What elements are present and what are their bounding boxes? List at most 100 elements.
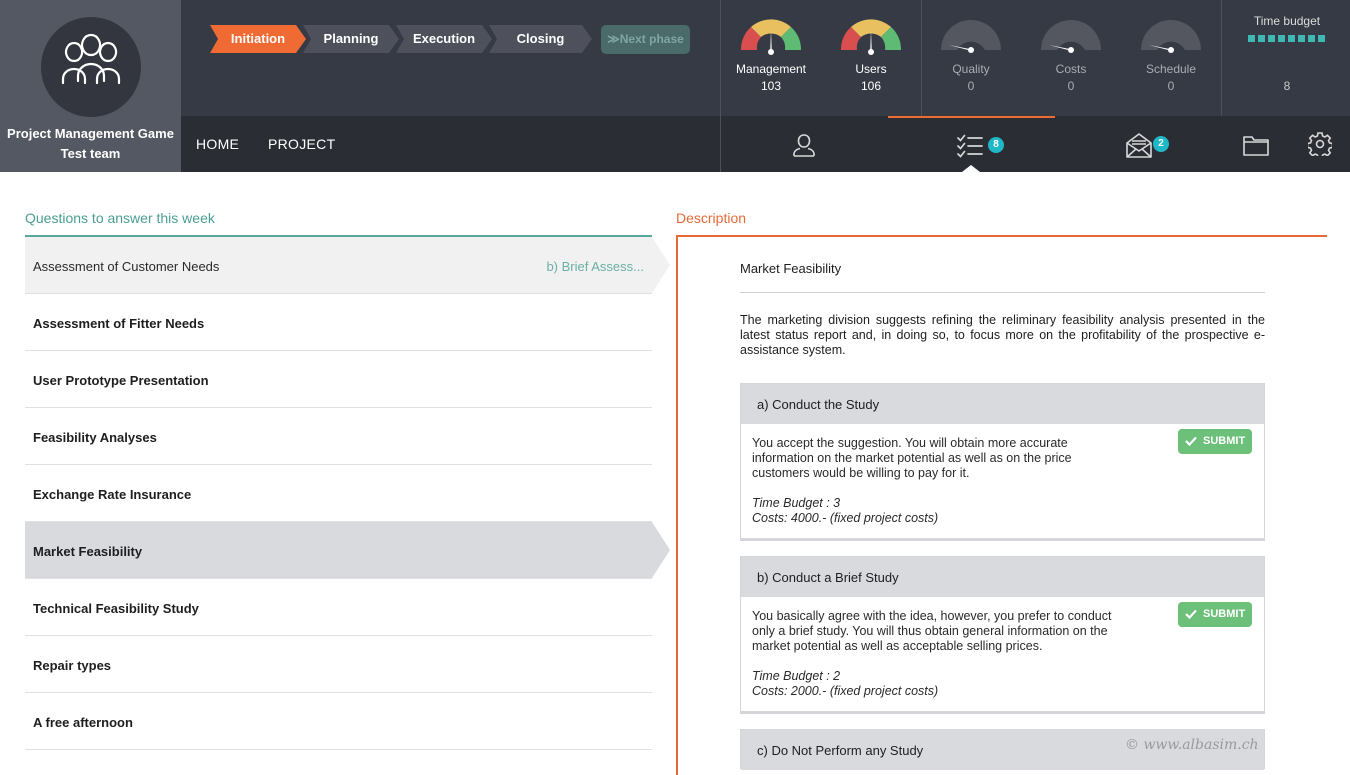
option-label: c) Do Not Perform any Study [757,743,924,758]
next-phase-button[interactable]: ≫Next phase [601,25,690,54]
gauge-value: 0 [1167,79,1175,93]
time-budget-value: 8 [1283,79,1291,93]
gauge-label: Costs [1055,62,1087,76]
time-budget-label: Time budget [1253,14,1321,28]
row-pointer [652,237,670,293]
gauge-value: 0 [1067,79,1075,93]
phase-label: Closing [516,31,565,46]
option-card-a: a) Conduct the Study SUBMIT You accept t… [740,383,1265,541]
phase-closing[interactable]: Closing [489,25,592,53]
gauge-dial-icon [1041,20,1101,53]
tasks-button[interactable]: 8 [957,116,1017,172]
time-budget-meter [1248,35,1328,43]
phase-label: Planning [323,31,379,46]
option-header: b) Conduct a Brief Study [741,557,1264,597]
option-time-budget: Time Budget : 2 [752,669,841,683]
active-tab-caret [962,165,980,172]
time-budget-square [1248,35,1255,42]
option-text: You basically agree with the idea, howev… [752,609,1112,653]
nav-project-link[interactable]: PROJECT [268,136,335,152]
question-title: Feasibility Analyses [33,430,157,445]
time-budget-square [1308,35,1315,42]
question-title: Exchange Rate Insurance [33,487,192,502]
question-item-selected[interactable]: Market Feasibility [25,522,670,579]
question-item[interactable]: A free afternoon [25,693,652,750]
gauge-value: 103 [760,79,782,93]
description-text: The marketing division suggests refining… [740,313,1265,357]
gauge-label: Schedule [1145,62,1197,76]
submit-button[interactable]: SUBMIT [1178,602,1252,627]
option-costs: Costs: 2000.- (fixed project costs) [752,684,939,698]
question-title: Repair types [33,658,112,673]
question-answer: b) Brief Assess... [546,259,644,274]
gauge-label: Quality [952,62,990,76]
question-title: Assessment of Customer Needs [33,259,220,274]
submit-label: SUBMIT [1203,608,1246,620]
mail-icon [1126,133,1152,158]
time-budget-square [1278,35,1285,42]
submit-button[interactable]: SUBMIT [1178,429,1252,454]
question-item[interactable]: Feasibility Analyses [25,408,652,465]
question-item[interactable]: Assessment of Customer Needs b) Brief As… [25,237,670,294]
time-budget-square [1268,35,1275,42]
phase-label: Execution [412,31,476,46]
gauge-dial-icon [840,19,902,55]
brand-panel: Project Management Game Test team [0,0,181,172]
phase-execution[interactable]: Execution [396,25,492,53]
option-header: a) Conduct the Study [741,384,1264,424]
user-profile-button[interactable] [789,116,819,172]
gauge-dial-icon [941,20,1001,53]
question-title: Assessment of Fitter Needs [33,316,205,331]
description-divider [740,292,1265,293]
gauge-value: 0 [967,79,975,93]
icon-toolbar: 8 2 [721,116,1350,172]
team-name: Test team [60,146,121,161]
messages-button[interactable]: 2 [1126,116,1176,172]
option-text: You accept the suggestion. You will obta… [752,436,1072,480]
game-title: Project Management Game [7,126,174,141]
description-title: Market Feasibility [740,261,842,276]
option-time-budget: Time Budget : 3 [752,496,841,510]
top-header: Project Management Game Test team Initia… [0,0,1350,172]
user-icon [793,134,815,157]
question-title: A free afternoon [33,715,133,730]
questions-heading: Questions to answer this week [25,210,215,226]
time-budget-square [1298,35,1305,42]
question-title: User Prototype Presentation [33,373,209,388]
copyright-watermark: © www.albasim.ch [1125,737,1259,753]
row-pointer [652,522,670,578]
check-icon [1185,436,1197,446]
gauge-value: 106 [860,79,882,93]
description-heading: Description [676,210,747,226]
question-item[interactable]: Technical Feasibility Study [25,579,652,636]
time-budget-square [1258,35,1265,42]
option-costs: Costs: 4000.- (fixed project costs) [752,511,939,525]
gear-icon [1308,132,1332,156]
option-label: a) Conduct the Study [757,397,880,412]
time-budget-square [1288,35,1295,42]
documents-button[interactable] [1241,116,1271,172]
gauge-label: Management [735,62,807,76]
folder-icon [1243,136,1269,156]
question-title: Market Feasibility [33,544,143,559]
question-item[interactable]: Assessment of Fitter Needs [25,294,652,351]
team-logo-icon [41,17,141,117]
gauge-dial-icon [1141,20,1201,53]
question-item[interactable]: Exchange Rate Insurance [25,465,652,522]
settings-button[interactable] [1305,116,1335,172]
gauge-dial-icon [740,19,802,55]
question-title: Technical Feasibility Study [33,601,199,616]
gauge-label: Users [855,62,887,76]
nav-home-link[interactable]: HOME [196,136,239,152]
main-nav: HOME PROJECT [181,116,721,172]
question-item[interactable]: Repair types [25,636,652,693]
checklist-icon [957,134,983,158]
submit-label: SUBMIT [1203,435,1246,447]
phase-planning[interactable]: Planning [303,25,399,53]
question-item[interactable]: User Prototype Presentation [25,351,652,408]
check-icon [1185,609,1197,619]
phase-label: Initiation [230,31,286,46]
phase-initiation[interactable]: Initiation [210,25,306,53]
option-card-b: b) Conduct a Brief Study SUBMIT You basi… [740,556,1265,714]
tasks-count-badge: 8 [988,137,1004,153]
